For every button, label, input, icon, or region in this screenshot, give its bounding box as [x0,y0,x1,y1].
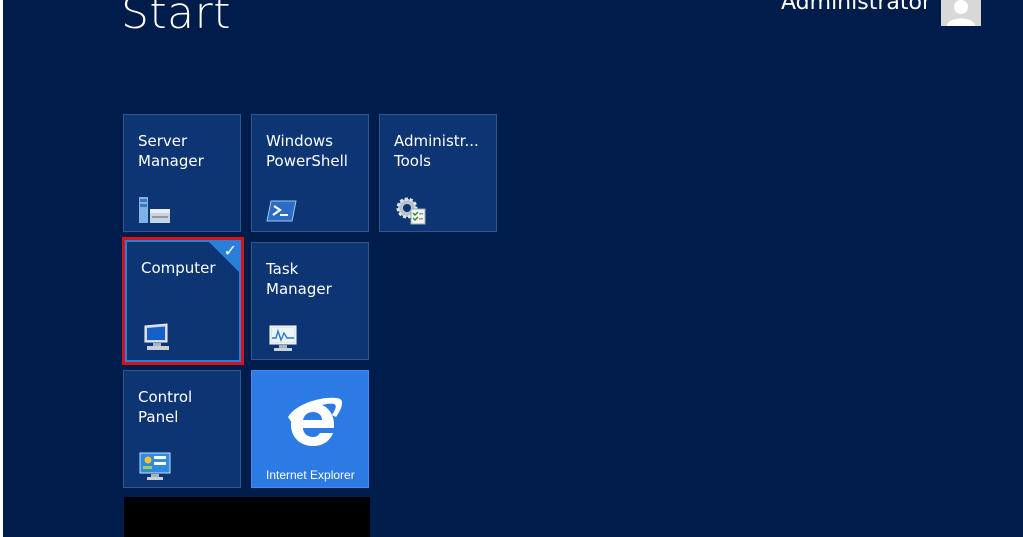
tile-control-panel[interactable]: Control Panel [123,370,241,488]
user-name: Administrator [781,0,931,15]
tile-computer[interactable]: Computer ✓ [125,240,241,362]
powershell-icon [266,200,297,222]
tile-server-manager[interactable]: Server Manager [123,114,241,232]
tile-label: Server Manager [138,132,204,170]
internet-explorer-icon [288,397,343,446]
tile-task-manager[interactable]: Task Manager [251,242,369,360]
start-title: Start [121,0,231,39]
tile-label: Control Panel [138,388,193,426]
tile-label: Task Manager [266,260,332,298]
tile-internet-explorer[interactable]: Internet Explorer [251,370,369,488]
computer-icon [144,323,169,350]
server-manager-icon [139,197,170,223]
tile-windows-powershell[interactable]: Windows PowerShell [251,114,369,232]
tile-label: Administr... Tools [394,132,479,170]
blank-tile [124,497,370,537]
checkmark-icon: ✓ [223,241,237,260]
admin-tools-icon [396,197,426,225]
control-panel-icon [139,452,171,480]
user-avatar-icon [941,0,981,26]
start-screen: Start Administrator Server Manager Windo… [3,0,1023,537]
tile-administrative-tools[interactable]: Administr... Tools [379,114,497,232]
task-manager-icon [269,325,297,351]
tile-label: Windows PowerShell [266,132,348,170]
user-account[interactable]: Administrator [781,0,981,26]
tile-label: Internet Explorer [266,468,355,482]
